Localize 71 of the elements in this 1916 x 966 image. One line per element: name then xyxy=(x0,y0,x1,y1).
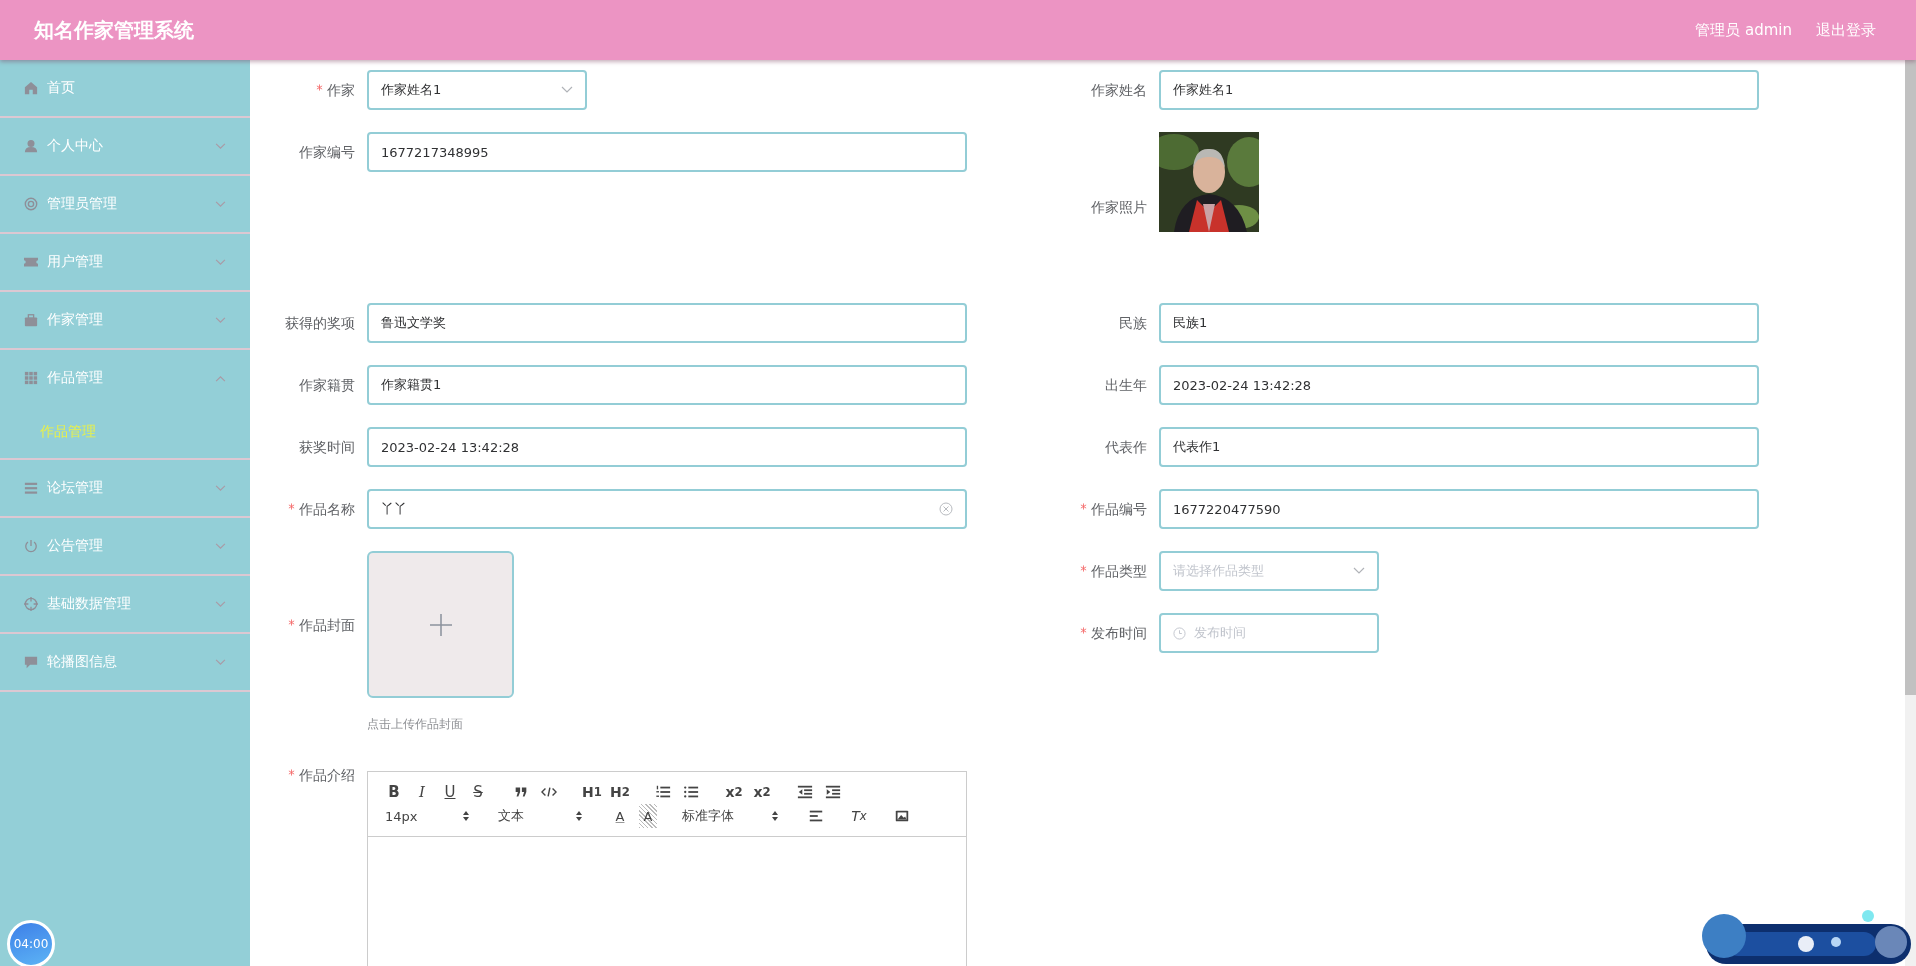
grid-icon xyxy=(24,371,38,385)
align-icon xyxy=(808,808,824,824)
text-field[interactable]: 2023-02-24 13:42:28 xyxy=(1159,365,1759,405)
ticket-icon xyxy=(24,255,38,269)
image-icon xyxy=(894,808,910,824)
outdent-icon xyxy=(797,784,813,800)
bold-button[interactable]: B xyxy=(380,780,408,804)
scrollbar-thumb[interactable] xyxy=(1905,60,1916,695)
required-icon xyxy=(288,503,295,510)
lifebuoy-icon xyxy=(24,197,38,211)
field-label: 代表作 xyxy=(1104,438,1147,457)
plus-icon xyxy=(429,613,452,636)
field-label: 作家姓名 xyxy=(1090,81,1147,100)
field-label: 作品类型 xyxy=(1062,551,1147,591)
text-field[interactable]: 作家籍贯1 xyxy=(367,365,967,405)
field-label: 作品名称 xyxy=(270,489,355,529)
indent-icon xyxy=(825,784,841,800)
field-label: 获奖时间 xyxy=(298,438,355,457)
field-label: 作品介绍 xyxy=(270,765,355,785)
user-name: 管理员 admin xyxy=(1695,20,1792,40)
text-field[interactable]: 作家姓名1 xyxy=(1159,70,1759,110)
ul-icon xyxy=(683,784,699,800)
ol-icon xyxy=(655,784,671,800)
clock-icon xyxy=(1173,626,1186,640)
text-field[interactable]: 民族1 xyxy=(1159,303,1759,343)
toolbar-picker[interactable]: 14px xyxy=(380,804,478,828)
field-label: 出生年 xyxy=(1104,376,1147,395)
power-icon xyxy=(24,539,38,553)
color-button[interactable]: A xyxy=(606,804,634,828)
text-field[interactable]: 代表作1 xyxy=(1159,427,1759,467)
required-icon xyxy=(1080,627,1087,634)
strike-button[interactable]: S xyxy=(464,780,492,804)
field-label: 作品封面 xyxy=(270,615,355,635)
text-field[interactable]: 1677220477590 xyxy=(1159,489,1759,529)
field-label: 作品编号 xyxy=(1062,489,1147,529)
underline-button[interactable]: U xyxy=(436,780,464,804)
field-label: 作家 xyxy=(270,70,355,110)
toolbar-picker[interactable]: 文本 xyxy=(493,804,591,828)
required-icon xyxy=(1080,565,1087,572)
field-label: 作家编号 xyxy=(298,143,355,162)
required-icon xyxy=(288,769,295,776)
list-icon xyxy=(24,481,38,495)
chevron-down-icon xyxy=(1353,567,1365,575)
field-label: 发布时间 xyxy=(1062,613,1147,653)
field-label: 民族 xyxy=(1118,314,1147,333)
field-label: 作家照片 xyxy=(1090,197,1147,217)
toolbar-picker[interactable]: 标准字体 xyxy=(677,804,787,828)
upload-hint: 点击上传作品封面 xyxy=(367,716,464,733)
field-label: 获得的奖项 xyxy=(284,314,355,333)
up-down-icon xyxy=(771,810,779,822)
text-field[interactable]: 1677217348995 xyxy=(367,132,967,172)
italic-button[interactable]: I xyxy=(408,780,436,804)
up-down-icon xyxy=(462,810,470,822)
person-icon xyxy=(24,139,38,153)
code-icon xyxy=(541,784,557,800)
text-field[interactable]: 丫丫 xyxy=(367,489,967,529)
text-field[interactable]: 2023-02-24 13:42:28 xyxy=(367,427,967,467)
home-icon xyxy=(24,81,38,95)
background-button[interactable]: A xyxy=(639,804,657,828)
chevron-down-icon xyxy=(561,86,573,94)
chat-icon xyxy=(24,655,38,669)
text-field[interactable]: 鲁迅文学奖 xyxy=(367,303,967,343)
field-label: 作家籍贯 xyxy=(298,376,355,395)
crosshair-icon xyxy=(24,597,38,611)
required-icon xyxy=(1080,503,1087,510)
up-down-icon xyxy=(575,810,583,822)
briefcase-icon xyxy=(24,313,38,327)
required-icon xyxy=(288,619,295,626)
app-title: 知名作家管理系统 xyxy=(34,16,194,44)
required-icon xyxy=(316,84,323,91)
select-field[interactable]: 作家姓名1 xyxy=(367,70,587,110)
